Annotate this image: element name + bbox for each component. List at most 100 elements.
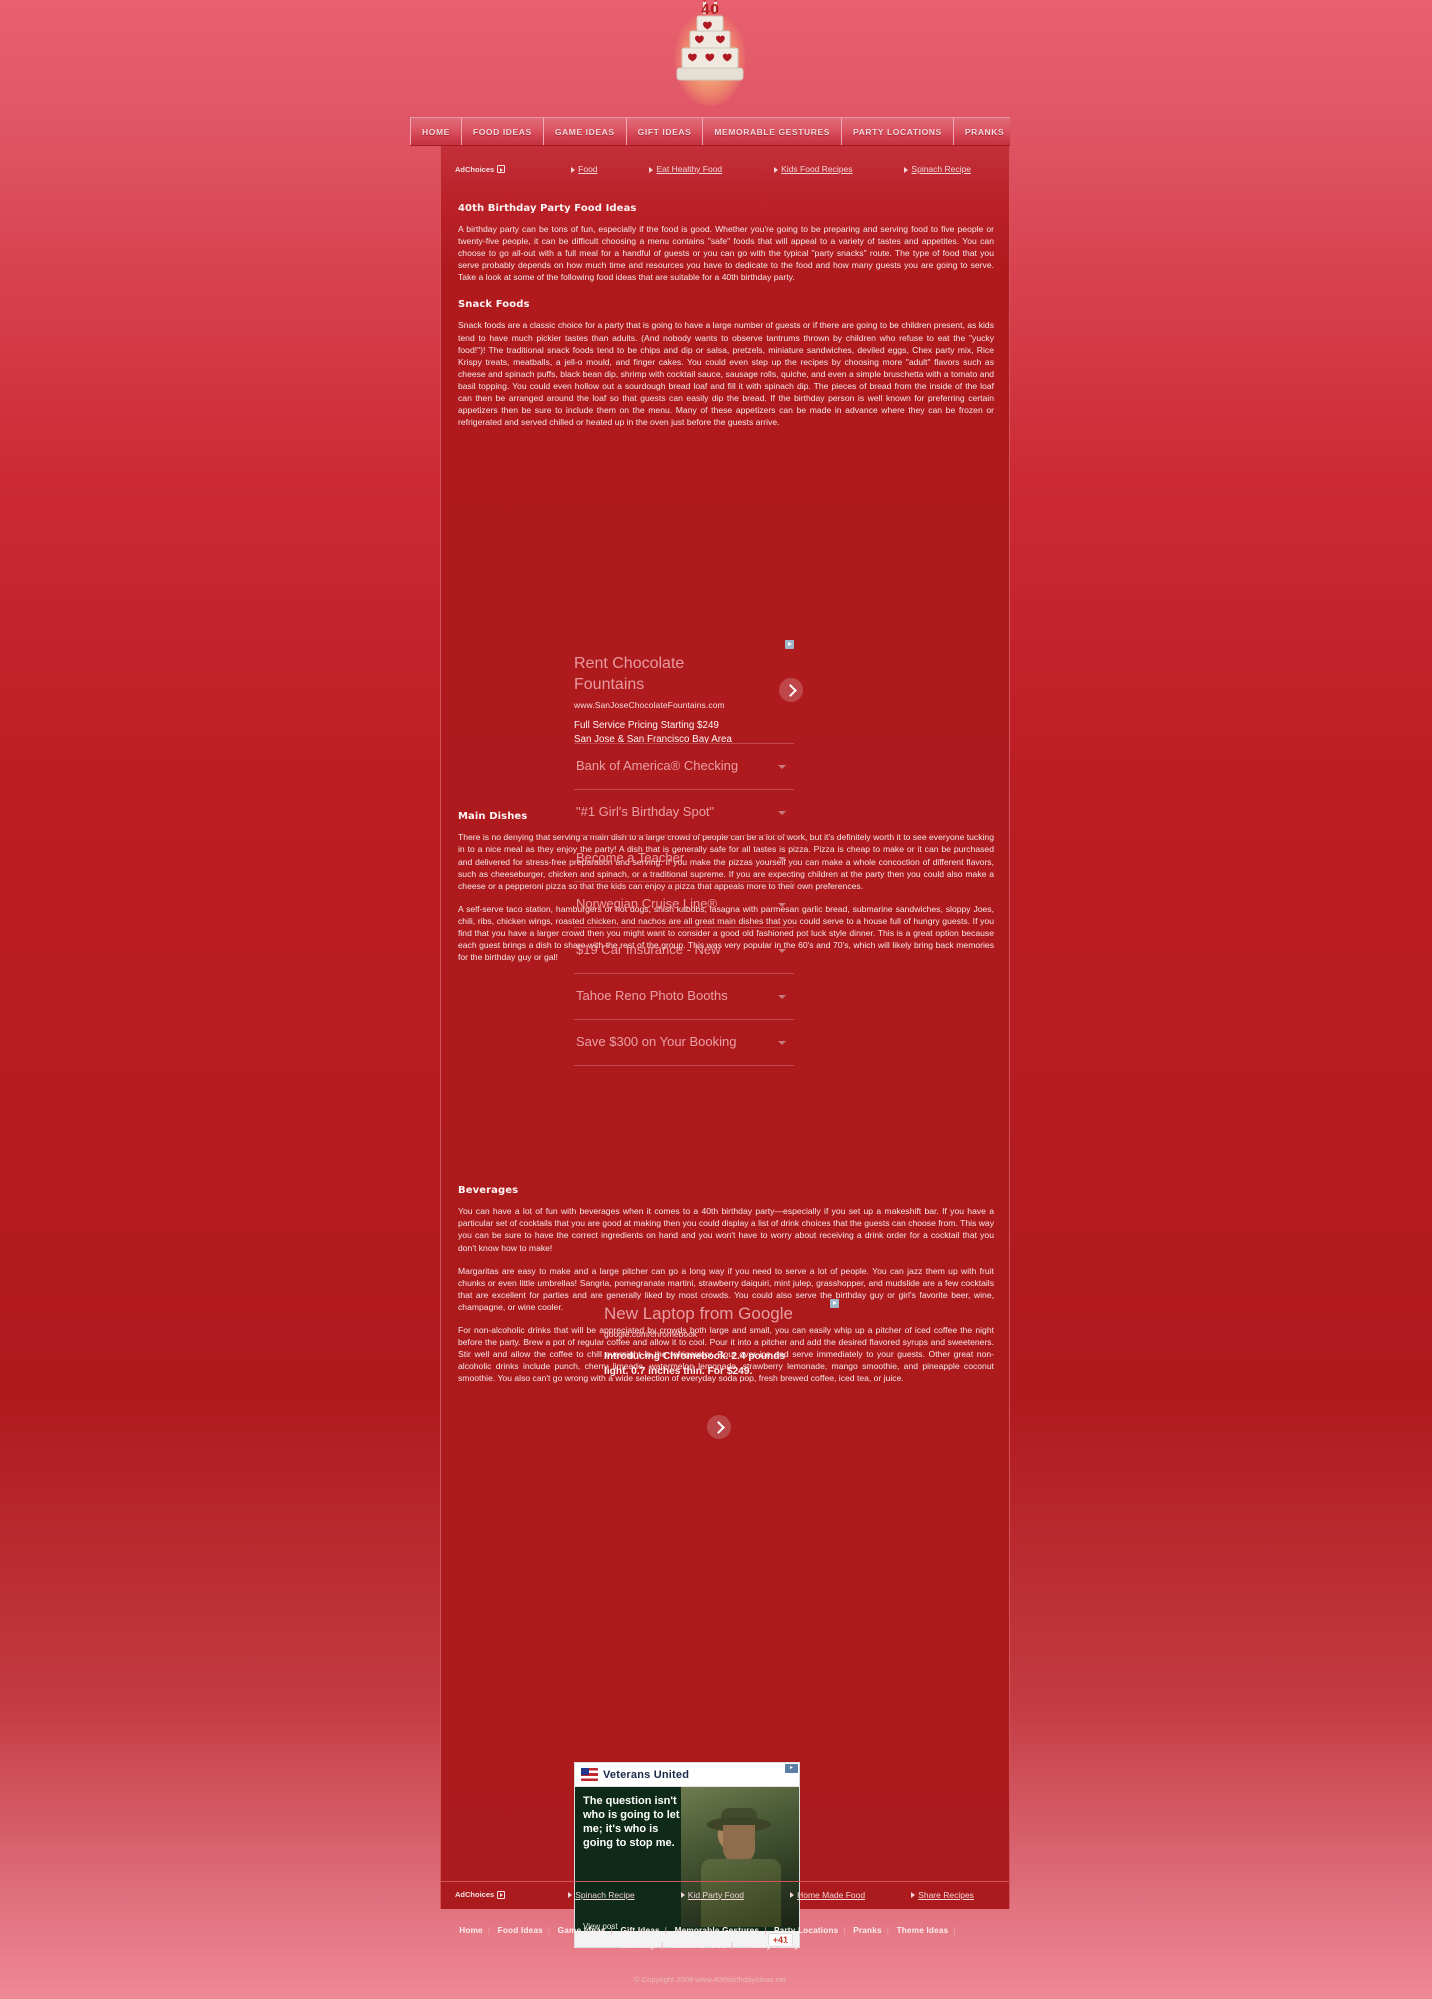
ad-description-line-1: Full Service Pricing Starting $249 — [574, 720, 719, 731]
chevron-down-icon — [778, 856, 786, 861]
adchoices-icon — [497, 1890, 506, 1899]
top-ad-links: Food Eat Healthy Food Kids Food Recipes … — [505, 164, 997, 174]
footer-link-memorable-gestures[interactable]: Memorable Gestures — [675, 1926, 760, 1935]
nav-item-party-locations[interactable]: PARTY LOCATIONS — [842, 118, 954, 145]
ad-link-share-recipes[interactable]: Share Recipes — [911, 1890, 974, 1900]
ad-info-icon[interactable]: ▸ — [785, 1764, 798, 1773]
footer-link-home[interactable]: Home — [459, 1926, 483, 1935]
intro-paragraph: A birthday party can be tons of fun, esp… — [458, 224, 994, 283]
ad-headline[interactable]: Rent Chocolate Fountains — [574, 640, 732, 695]
ad-link-home-made-food[interactable]: Home Made Food — [790, 1890, 865, 1900]
ad-list-item-label: Become a Teacher — [576, 850, 685, 866]
ad-list-item-bank-of-america[interactable]: Bank of America® Checking — [574, 744, 794, 790]
nav-item-food-ideas[interactable]: FOOD IDEAS — [462, 118, 544, 145]
separator: | — [843, 1926, 846, 1935]
ad-link-spinach-recipe[interactable]: Spinach Recipe — [568, 1890, 635, 1900]
triangle-right-icon — [680, 1892, 685, 1899]
ad-link-food[interactable]: Food — [571, 164, 598, 174]
nav-item-pranks[interactable]: PRANKS — [954, 118, 1016, 145]
separator: | — [886, 1926, 890, 1935]
adchoices-label: AdChoices — [455, 1890, 495, 1899]
separator: | — [730, 1941, 734, 1950]
ad-list-item-norwegian-cruise-line[interactable]: Norwegian Cruise Line® — [574, 882, 794, 928]
footer-link-gift-ideas[interactable]: Gift Ideas — [620, 1926, 659, 1935]
bottom-ad-links-strip: AdChoices Spinach Recipe Kid Party Food … — [441, 1881, 1011, 1907]
adchoices-icon — [497, 165, 506, 173]
chevron-down-icon — [778, 994, 786, 999]
main-navigation: HOME FOOD IDEAS GAME IDEAS GIFT IDEAS ME… — [410, 117, 1010, 145]
footer-link-theme-ideas[interactable]: Theme Ideas — [897, 1926, 949, 1935]
ad-headline: The question isn't who is going to let m… — [583, 1795, 680, 1849]
triangle-right-icon — [649, 166, 654, 173]
nav-item-home[interactable]: HOME — [410, 118, 462, 145]
section-heading-beverages: Beverages — [458, 1185, 519, 1197]
footer-links-row-2: Site Map | Terms Of Use | Privacy Policy — [410, 1938, 1010, 1953]
footer-link-site-map[interactable]: Site Map — [621, 1941, 656, 1950]
chevron-right-icon[interactable] — [707, 1415, 731, 1439]
adchoices-button-top[interactable]: AdChoices — [455, 164, 506, 174]
separator: | — [664, 1926, 668, 1935]
footer-link-terms-of-use[interactable]: Terms Of Use — [671, 1941, 726, 1950]
page-title: 40th Birthday Party Food Ideas — [458, 203, 637, 214]
ad-advertiser-bar: Veterans United ▸ — [575, 1763, 799, 1787]
ad-list-item-label: Tahoe Reno Photo Booths — [576, 988, 728, 1004]
separator: | — [953, 1926, 956, 1935]
snack-foods-paragraph: Snack foods are a classic choice for a p… — [458, 320, 994, 428]
ad-link-label: Spinach Recipe — [911, 164, 971, 174]
ad-list-item-girls-birthday-spot[interactable]: "#1 Girl's Birthday Spot" — [574, 790, 794, 836]
footer-links-row-1: Home | Food Ideas | Game Ideas | Gift Ideas… — [410, 1923, 1010, 1938]
section-heading-snack-foods: Snack Foods — [458, 299, 530, 311]
ad-list-item-tahoe-reno-photo-booths[interactable]: Tahoe Reno Photo Booths — [574, 974, 794, 1020]
nav-item-gift-ideas[interactable]: GIFT IDEAS — [627, 118, 704, 145]
ad-info-icon[interactable] — [785, 640, 794, 649]
ad-link-kids-food-recipes[interactable]: Kids Food Recipes — [774, 164, 852, 174]
page-container: 40 HOME FOOD IDEAS GAME IDEAS GIFT IDEAS… — [410, 0, 1011, 1999]
ad-link-spinach-recipe[interactable]: Spinach Recipe — [904, 164, 971, 174]
nav-item-game-ideas[interactable]: GAME IDEAS — [544, 118, 627, 145]
us-flag-icon — [581, 1768, 598, 1781]
ad-link-label: Kid Party Food — [687, 1889, 745, 1900]
site-footer: Home | Food Ideas | Game Ideas | Gift Ideas… — [410, 1911, 1010, 1999]
birthday-cake-icon: 40 — [672, 0, 748, 110]
separator: | — [764, 1926, 767, 1935]
ad-link-label: Home Made Food — [797, 1889, 866, 1900]
ad-list-item-label: Save $300 on Your Booking — [576, 1034, 737, 1050]
chevron-down-icon — [778, 810, 786, 815]
adchoices-button-bottom[interactable]: AdChoices — [455, 1890, 506, 1899]
ad-link-eat-healthy-food[interactable]: Eat Healthy Food — [649, 164, 722, 174]
triangle-right-icon — [571, 166, 576, 173]
ad-unit-google-chromebook[interactable]: New Laptop from Google google.com/chrome… — [604, 1299, 854, 1439]
ad-info-icon[interactable] — [830, 1299, 839, 1308]
copyright-text: © Copyright 2008 www.40thbirthdayideas.n… — [633, 1975, 787, 1984]
ad-unit-chocolate-fountains[interactable]: Rent Chocolate Fountains www.SanJoseChoc… — [574, 640, 803, 746]
ad-display-url: google.com/chromebook — [604, 1329, 698, 1339]
triangle-right-icon — [911, 1892, 916, 1899]
ad-list-item-label: Norwegian Cruise Line® — [576, 896, 718, 912]
chevron-down-icon — [778, 764, 786, 769]
ad-link-kid-party-food[interactable]: Kid Party Food — [680, 1889, 745, 1900]
chevron-down-icon — [778, 1040, 786, 1045]
adchoices-label: AdChoices — [455, 164, 495, 174]
chevron-right-icon[interactable] — [779, 678, 803, 702]
ad-advertiser-name: Veterans United — [603, 1768, 690, 1781]
ad-link-label: Eat Healthy Food — [656, 164, 723, 174]
footer-link-food-ideas[interactable]: Food Ideas — [498, 1926, 543, 1935]
ad-link-label: Food — [578, 164, 598, 174]
ad-headline[interactable]: New Laptop from Google — [604, 1303, 854, 1325]
ad-description: Introducing Chromebook. 2.4 pounds light… — [604, 1351, 786, 1377]
content-panel: AdChoices Food Eat Healthy Food Kids Foo… — [440, 145, 1011, 1948]
footer-link-party-locations[interactable]: Party Locations — [774, 1926, 838, 1935]
footer-link-game-ideas[interactable]: Game Ideas — [558, 1926, 606, 1935]
chevron-down-icon — [778, 948, 786, 953]
ad-link-label: Kids Food Recipes — [781, 164, 853, 174]
ad-list-item-save-300-booking[interactable]: Save $300 on Your Booking — [574, 1020, 794, 1066]
ad-link-label: Spinach Recipe — [575, 1889, 635, 1900]
footer-link-privacy-policy[interactable]: Privacy Policy — [741, 1941, 799, 1950]
chevron-down-icon — [778, 902, 786, 907]
ad-related-list: Bank of America® Checking "#1 Girl's Bir… — [574, 743, 794, 1066]
ad-list-item-car-insurance[interactable]: $19 Car Insurance - New — [574, 928, 794, 974]
ad-list-item-become-a-teacher[interactable]: Become a Teacher — [574, 836, 794, 882]
footer-link-pranks[interactable]: Pranks — [853, 1926, 882, 1935]
nav-item-memorable-gestures[interactable]: MEMORABLE GESTURES — [703, 118, 842, 145]
separator: | — [610, 1926, 613, 1935]
